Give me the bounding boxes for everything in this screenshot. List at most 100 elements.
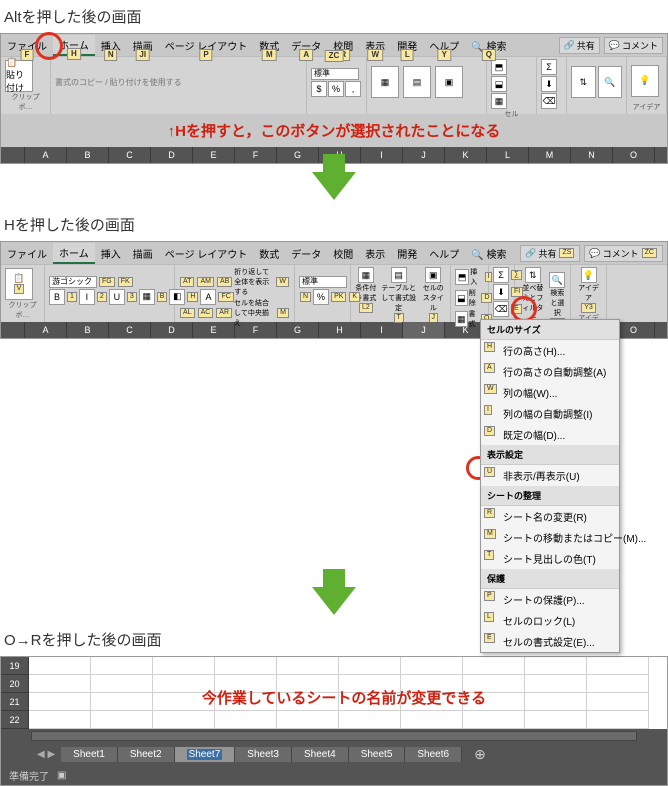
- format-cell-button-2[interactable]: ▦: [455, 311, 468, 327]
- row-header-20[interactable]: 20: [1, 675, 29, 693]
- col-b[interactable]: B: [67, 147, 109, 163]
- col2-a[interactable]: A: [25, 322, 67, 338]
- tab-file[interactable]: ファイルF: [1, 36, 53, 55]
- col-i[interactable]: I: [361, 147, 403, 163]
- col2-j[interactable]: J: [403, 322, 445, 338]
- col-g[interactable]: G: [277, 147, 319, 163]
- table-format-button[interactable]: ▤: [403, 66, 431, 98]
- col2-h[interactable]: H: [319, 322, 361, 338]
- col-o[interactable]: O: [613, 147, 655, 163]
- dd-col-width[interactable]: W列の幅(W)...: [481, 382, 619, 403]
- dd-row-height[interactable]: H行の高さ(H)...: [481, 340, 619, 361]
- dd-row-autofit[interactable]: A行の高さの自動調整(A): [481, 361, 619, 382]
- col-n[interactable]: N: [571, 147, 613, 163]
- sheet-tab-5[interactable]: Sheet5: [349, 747, 406, 762]
- tab-insert[interactable]: 挿入N: [95, 36, 127, 55]
- font-field[interactable]: 游ゴシック: [49, 276, 97, 288]
- comma-icon[interactable]: ,: [345, 81, 361, 97]
- percent-icon-2[interactable]: %: [313, 289, 329, 305]
- tab-formula[interactable]: 数式M: [253, 36, 285, 55]
- dd-cell-format[interactable]: Eセルの書式設定(E)...: [481, 631, 619, 652]
- tab-help[interactable]: ヘルプY: [423, 36, 465, 55]
- tab-search-2[interactable]: 🔍 検索: [465, 244, 512, 263]
- col-d[interactable]: D: [151, 147, 193, 163]
- dd-protect-sheet[interactable]: Pシートの保護(P)...: [481, 589, 619, 610]
- col-e[interactable]: E: [193, 147, 235, 163]
- table-format-button-2[interactable]: ▤: [391, 267, 407, 283]
- sheet-tab-2[interactable]: Sheet2: [118, 747, 175, 762]
- ideas-button[interactable]: 💡: [631, 65, 659, 97]
- tab-home[interactable]: ホームH: [53, 35, 95, 56]
- cell-styles-button-2[interactable]: ▣: [425, 267, 441, 283]
- tab-help-2[interactable]: ヘルプ: [423, 244, 465, 263]
- tab-insert-2[interactable]: 挿入: [95, 244, 127, 263]
- number-format-field-2[interactable]: 標準: [299, 276, 347, 288]
- sheet-tab-editing[interactable]: Sheet7: [175, 747, 236, 762]
- clear-icon-2[interactable]: ⌫: [493, 301, 509, 317]
- tab-home-2[interactable]: ホーム: [53, 243, 95, 264]
- number-format-field[interactable]: 標準: [311, 68, 359, 80]
- sheet-tab-4[interactable]: Sheet4: [292, 747, 349, 762]
- tab-review-2[interactable]: 校閲: [327, 244, 359, 263]
- tab-draw[interactable]: 描画JI: [127, 36, 159, 55]
- col-m[interactable]: M: [529, 147, 571, 163]
- percent-icon[interactable]: %: [328, 81, 344, 97]
- fill-icon[interactable]: ⬇: [541, 76, 557, 92]
- dd-tab-color[interactable]: Tシート見出しの色(T): [481, 548, 619, 569]
- sheet-tab-3[interactable]: Sheet3: [235, 747, 292, 762]
- currency-icon[interactable]: $: [311, 81, 327, 97]
- sheet-tab-1[interactable]: Sheet1: [61, 747, 118, 762]
- add-sheet-button[interactable]: ⊕: [462, 746, 498, 763]
- dd-hide-unhide[interactable]: U非表示/再表示(U): [481, 465, 619, 486]
- format-cell-icon[interactable]: ▦: [491, 93, 507, 109]
- cond-format-button-2[interactable]: ▦: [358, 267, 374, 283]
- dd-col-autofit[interactable]: I列の幅の自動調整(I): [481, 403, 619, 424]
- cond-format-button[interactable]: ▦: [371, 66, 399, 98]
- tab-file-2[interactable]: ファイル: [1, 244, 53, 263]
- tab-view[interactable]: 表示W: [359, 36, 391, 55]
- clear-icon[interactable]: ⌫: [541, 93, 557, 109]
- row-header-19[interactable]: 19: [1, 657, 29, 675]
- share-button-2[interactable]: 🔗 共有ZS: [520, 245, 580, 262]
- dd-lock-cell[interactable]: Lセルのロック(L): [481, 610, 619, 631]
- border-button[interactable]: ▦: [139, 289, 155, 305]
- sort-filter-button[interactable]: ⇅: [571, 66, 596, 98]
- tab-developer[interactable]: 開発L: [391, 36, 423, 55]
- row-header-22[interactable]: 22: [1, 711, 29, 729]
- col2-c[interactable]: C: [109, 322, 151, 338]
- find-select-button-2[interactable]: 🔍: [549, 272, 565, 288]
- share-button[interactable]: 🔗 共有ZS: [559, 37, 600, 54]
- tab-formula-2[interactable]: 数式: [253, 244, 285, 263]
- ideas-button-2[interactable]: 💡: [581, 267, 597, 283]
- tab-search[interactable]: 🔍 検索Q: [465, 36, 512, 55]
- cell-styles-button[interactable]: ▣: [435, 66, 463, 98]
- col2-i[interactable]: I: [361, 322, 403, 338]
- col-j[interactable]: J: [403, 147, 445, 163]
- dd-col-default[interactable]: D既定の幅(D)...: [481, 424, 619, 445]
- delete-cell-button-2[interactable]: ⬓: [455, 290, 468, 306]
- merge-center-button[interactable]: セルを結合して中央揃え: [234, 298, 275, 328]
- tab-draw-2[interactable]: 描画: [127, 244, 159, 263]
- sort-filter-button-2[interactable]: ⇅: [525, 267, 541, 283]
- dd-rename-sheet[interactable]: Rシート名の変更(R): [481, 506, 619, 527]
- autosum-icon-2[interactable]: Σ: [493, 267, 509, 283]
- autosum-icon[interactable]: Σ: [541, 59, 557, 75]
- tab-view-2[interactable]: 表示: [359, 244, 391, 263]
- tab-layout-2[interactable]: ページ レイアウト: [159, 244, 254, 263]
- insert-cell-icon[interactable]: ⬒: [491, 59, 507, 75]
- wrap-text-button[interactable]: 折り返して全体を表示する: [234, 267, 274, 297]
- tab-data[interactable]: データA: [285, 36, 327, 55]
- horizontal-scrollbar[interactable]: [1, 729, 667, 743]
- dd-move-copy[interactable]: Mシートの移動またはコピー(M)...: [481, 527, 619, 548]
- sheet-nav[interactable]: ◀ ▶: [31, 749, 61, 760]
- col-l[interactable]: L: [487, 147, 529, 163]
- tab-data-2[interactable]: データ: [285, 244, 327, 263]
- paste-button[interactable]: 📋貼り付け: [5, 60, 33, 92]
- col-c[interactable]: C: [109, 147, 151, 163]
- comment-button-2[interactable]: 💬 コメントZC: [584, 245, 663, 262]
- underline-button[interactable]: U: [109, 289, 125, 305]
- insert-cell-button-2[interactable]: ⬒: [455, 269, 469, 285]
- col-f[interactable]: F: [235, 147, 277, 163]
- bold-button[interactable]: B: [49, 289, 65, 305]
- find-select-button[interactable]: 🔍: [598, 66, 623, 98]
